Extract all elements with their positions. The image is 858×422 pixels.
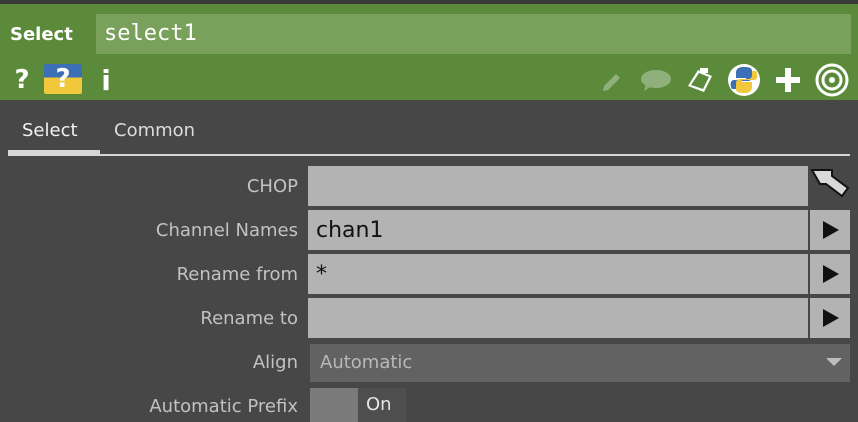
align-label: Align: [252, 352, 298, 373]
info-icon[interactable]: i: [98, 64, 114, 97]
chop-drop-arrow-icon[interactable]: [808, 166, 854, 200]
tab-common[interactable]: Common: [114, 120, 195, 141]
chop-field[interactable]: [308, 166, 808, 206]
toggle-knob: [310, 388, 358, 422]
automatic-prefix-label: Automatic Prefix: [149, 396, 298, 417]
node-name-field[interactable]: select1: [96, 14, 851, 54]
rename-to-menu-button[interactable]: [810, 298, 850, 338]
rename-from-label: Rename from: [176, 264, 298, 285]
rename-to-field[interactable]: [308, 298, 808, 338]
toggle-state-label: On: [366, 394, 392, 415]
python-icon[interactable]: [726, 62, 762, 98]
play-arrow-icon: [823, 265, 839, 283]
parameter-header: Select select1 ? ? i: [0, 0, 858, 100]
rename-from-field[interactable]: *: [308, 254, 808, 294]
channel-names-label: Channel Names: [155, 220, 298, 241]
clipboard-icon[interactable]: [682, 64, 718, 96]
operator-type-label: Select: [10, 24, 73, 45]
pencil-icon[interactable]: [598, 66, 626, 94]
align-selected-value: Automatic: [320, 352, 413, 373]
chop-label: CHOP: [246, 176, 298, 197]
channel-names-menu-button[interactable]: [810, 210, 850, 250]
automatic-prefix-toggle[interactable]: On: [310, 388, 406, 422]
python-help-icon[interactable]: ?: [44, 64, 82, 94]
target-icon[interactable]: [814, 62, 850, 98]
tab-select[interactable]: Select: [22, 120, 78, 141]
question-icon[interactable]: ?: [10, 64, 34, 96]
plus-icon[interactable]: [772, 64, 804, 96]
active-tab-indicator: [8, 150, 100, 156]
rename-to-label: Rename to: [200, 308, 298, 329]
chevron-down-icon: [826, 358, 842, 366]
play-arrow-icon: [823, 221, 839, 239]
rename-from-menu-button[interactable]: [810, 254, 850, 294]
align-dropdown[interactable]: Automatic: [310, 344, 850, 382]
channel-names-field[interactable]: chan1: [308, 210, 808, 250]
play-arrow-icon: [823, 309, 839, 327]
comment-icon[interactable]: [638, 66, 674, 94]
parameter-tabs: Select Common: [8, 112, 850, 156]
